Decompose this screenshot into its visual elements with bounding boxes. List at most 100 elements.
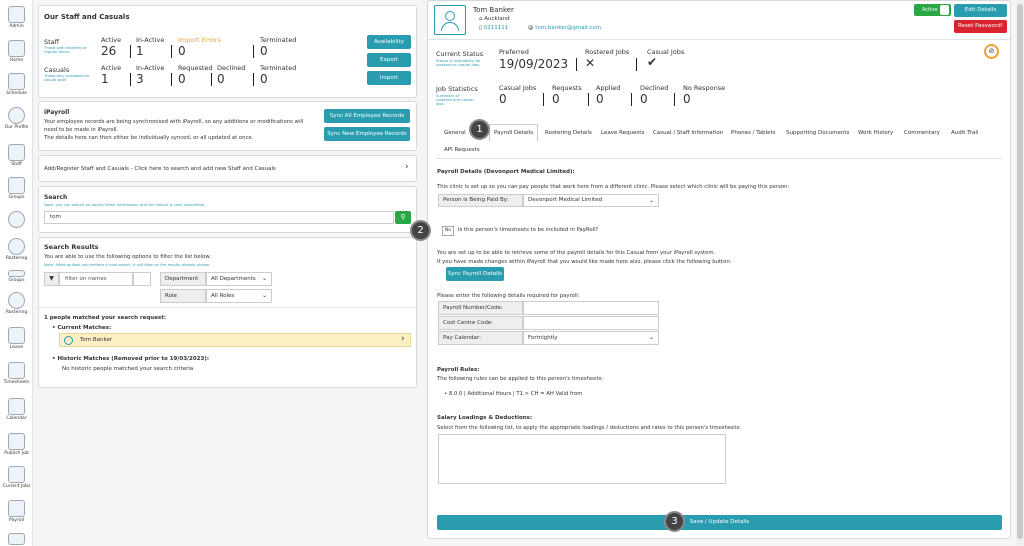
check-icon: ✔ bbox=[647, 55, 658, 69]
divider bbox=[631, 93, 632, 106]
sidebar-item-admin[interactable]: Admin bbox=[0, 6, 33, 30]
tab-commentary[interactable]: Commentary bbox=[904, 130, 940, 136]
at-icon: @ bbox=[528, 25, 534, 31]
home-icon: ⌂ bbox=[479, 16, 483, 22]
staff-active: 26 bbox=[101, 44, 117, 58]
filter-extra[interactable] bbox=[133, 272, 151, 286]
included-text: Is this person's timesheets to be includ… bbox=[458, 227, 599, 233]
scrollbar[interactable] bbox=[1016, 0, 1024, 546]
h-declined: Declined bbox=[217, 64, 246, 72]
sidebar-item-calendar[interactable]: Calendar bbox=[0, 398, 33, 422]
email-link[interactable]: tom.banker@gmail.com bbox=[535, 25, 601, 31]
s-applied-value: 0 bbox=[596, 92, 604, 106]
pay-calendar-value: Fortnightly bbox=[528, 335, 558, 341]
ipayroll-panel: iPayroll Your employee records are being… bbox=[38, 101, 417, 151]
tab-general[interactable]: General bbox=[444, 130, 466, 136]
tab-supporting-docs[interactable]: Supporting Documents bbox=[786, 130, 849, 136]
cas-active: 1 bbox=[101, 72, 109, 86]
divider bbox=[428, 39, 1010, 40]
divider bbox=[171, 45, 172, 58]
tab-phones[interactable]: Phones / Tablets bbox=[731, 130, 776, 136]
profile-icon bbox=[8, 107, 25, 124]
role-select[interactable]: All Roles ⌄ bbox=[206, 289, 272, 303]
active-toggle[interactable]: Active bbox=[914, 4, 951, 16]
sidebar-item-profile[interactable]: Our Profile bbox=[0, 107, 33, 131]
scrollbar-thumb[interactable] bbox=[1017, 4, 1023, 539]
list-item[interactable]: Tom Banker › bbox=[59, 333, 411, 347]
tab-payroll-details[interactable]: Payroll Details bbox=[494, 130, 533, 136]
payroll-number-input[interactable] bbox=[523, 301, 659, 315]
h-inactive: In-Active bbox=[136, 64, 165, 72]
s-casual-label: Casual Jobs bbox=[499, 84, 537, 92]
sidebar-item-timesheets[interactable]: Timesheets bbox=[0, 362, 33, 386]
sidebar-item-staff[interactable]: Staff bbox=[0, 144, 33, 168]
h-terminated: Terminated bbox=[260, 64, 297, 72]
panel-title: Our Staff and Casuals bbox=[44, 13, 130, 21]
tab-rostering-details[interactable]: Rostering Details bbox=[545, 130, 592, 136]
sidebar-item-home[interactable]: Home bbox=[0, 40, 33, 64]
add-register-panel[interactable]: Add/Register Staff and Casuals - Click h… bbox=[38, 155, 417, 182]
save-update-button[interactable]: Save / Update Details bbox=[437, 515, 1002, 530]
filter-names-input[interactable]: filter on names bbox=[59, 272, 133, 286]
availability-button[interactable]: Availability bbox=[367, 35, 411, 49]
export-button[interactable]: Export bbox=[367, 53, 411, 67]
pay-calendar-label: Pay Calendar: bbox=[438, 331, 523, 345]
toggle-knob bbox=[940, 5, 949, 15]
sidebar-item-current-jobs[interactable]: Current Jobs bbox=[0, 466, 33, 490]
tab-api-requests[interactable]: API Requests bbox=[444, 147, 480, 153]
tab-audit-trail[interactable]: Audit Trail bbox=[951, 130, 978, 136]
sidebar-item-groups-2[interactable]: Groups bbox=[0, 270, 33, 284]
sidebar-item-rostering-2[interactable]: Rostering bbox=[0, 292, 33, 316]
staff-icon bbox=[8, 144, 25, 161]
cas-declined: 0 bbox=[217, 72, 225, 86]
sidebar-item-leave[interactable]: Leave bbox=[0, 327, 33, 351]
reset-password-button[interactable]: Reset Password! bbox=[954, 20, 1007, 33]
edit-details-button[interactable]: Edit Details bbox=[954, 4, 1007, 17]
sidebar-item-publish-job[interactable]: Publish Job bbox=[0, 433, 33, 457]
tab-casual-staff[interactable]: Casual / Staff Information bbox=[653, 130, 723, 136]
chevron-right-icon: › bbox=[405, 162, 409, 172]
search-icon: ⚲ bbox=[400, 213, 406, 221]
sidebar-item-more[interactable] bbox=[0, 533, 33, 545]
home-icon bbox=[8, 40, 25, 57]
sidebar-item-rostering[interactable]: Rostering bbox=[0, 238, 33, 262]
sidebar-item-network[interactable] bbox=[0, 211, 33, 228]
tab-work-history[interactable]: Work History bbox=[858, 130, 893, 136]
sidebar: Admin Home Schedule Our Profile Staff Gr… bbox=[0, 0, 33, 546]
paid-by-select[interactable]: Devonport Medical Limited ⌄ bbox=[523, 194, 659, 207]
pay-calendar-select[interactable]: Fortnightly ⌄ bbox=[523, 331, 659, 345]
phone-text[interactable]: 0211111 bbox=[484, 25, 509, 31]
h-terminated: Terminated bbox=[260, 36, 297, 44]
divider bbox=[211, 73, 212, 86]
sync-payroll-button[interactable]: Sync Payroll Details bbox=[446, 267, 504, 281]
historic-matches-label: Historic Matches (Removed prior to 19/03… bbox=[57, 356, 210, 362]
cas-requested: 0 bbox=[178, 72, 186, 86]
historic-matches-title: • Historic Matches (Removed prior to 19/… bbox=[52, 356, 210, 362]
cost-centre-input[interactable] bbox=[523, 316, 659, 330]
divider bbox=[253, 73, 254, 86]
sync-all-button[interactable]: Sync All Employee Records bbox=[324, 109, 410, 123]
sync-new-button[interactable]: Sync New Employee Records bbox=[324, 127, 410, 141]
sidebar-item-payroll[interactable]: Payroll bbox=[0, 500, 33, 524]
casuals-sub: Those only available for casual work bbox=[44, 73, 90, 82]
calendar-icon bbox=[8, 398, 25, 415]
department-select[interactable]: All Departments ⌄ bbox=[206, 272, 272, 286]
search-results-panel: Search Results You are able to use the f… bbox=[38, 237, 417, 388]
search-button[interactable]: ⚲ bbox=[395, 211, 411, 224]
loadings-list[interactable] bbox=[438, 434, 726, 484]
import-button[interactable]: Import bbox=[367, 71, 411, 85]
profile-panel: Tom Banker ⌂ Auckland ▯ 0211111 @ tom.ba… bbox=[427, 0, 1011, 539]
included-toggle[interactable]: No bbox=[442, 226, 454, 236]
historic-text: No historic people matched your search c… bbox=[62, 366, 194, 372]
chevron-down-icon: ⌄ bbox=[648, 197, 654, 204]
tab-leave-requests[interactable]: Leave Requests bbox=[601, 130, 644, 136]
search-input[interactable]: tom bbox=[44, 211, 394, 224]
sidebar-item-schedule[interactable]: Schedule bbox=[0, 73, 33, 97]
status-sub: Status & availability for rostered or ca… bbox=[436, 58, 481, 67]
staff-casuals-panel: Our Staff and Casuals Staff Those with r… bbox=[38, 5, 417, 98]
sidebar-item-groups[interactable]: Groups bbox=[0, 177, 33, 201]
retrieve-text-2: If you have made changes within iPayroll… bbox=[437, 259, 732, 265]
filter-icon: ▼ bbox=[44, 272, 59, 286]
divider bbox=[130, 45, 131, 58]
ipayroll-text: Your employee records are being synchron… bbox=[44, 119, 304, 133]
